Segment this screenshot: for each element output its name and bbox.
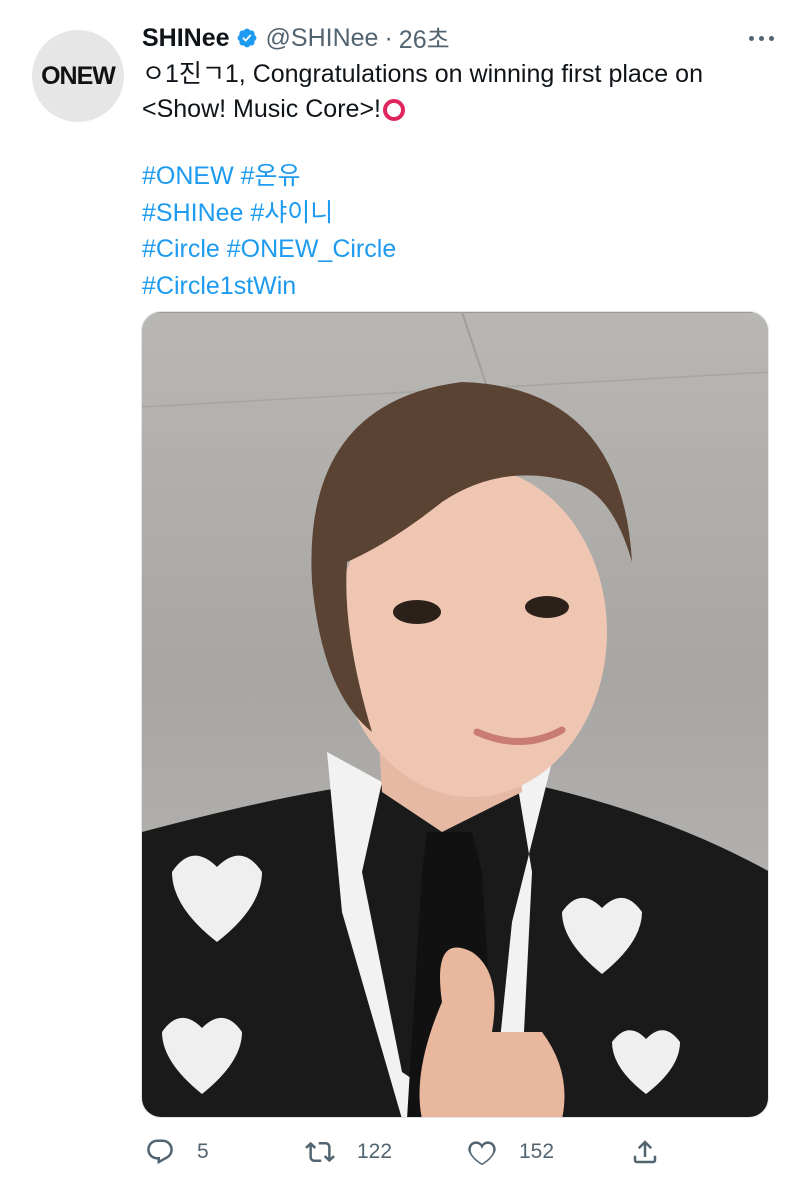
hashtag-link[interactable]: #SHINee — [142, 199, 243, 227]
retweet-count: 122 — [357, 1140, 393, 1163]
red-circle-emoji-icon — [383, 99, 405, 121]
hashtag-link[interactable]: #Circle1stWin — [142, 272, 296, 300]
hashtag-row: #ONEW #온유 — [142, 158, 396, 195]
tweet-text-line-2: <Show! Music Core>! — [142, 95, 381, 123]
hashtag-link[interactable]: #ONEW — [142, 162, 234, 190]
like-icon — [468, 1141, 496, 1166]
hashtag-link[interactable]: #Circle — [142, 235, 220, 263]
like-count: 152 — [519, 1140, 555, 1163]
tweet-photo[interactable] — [141, 311, 769, 1118]
reply-button[interactable]: 5 — [145, 1132, 209, 1172]
photo-illustration — [142, 312, 768, 1117]
separator-dot: · — [384, 23, 393, 52]
like-button[interactable]: 152 — [467, 1132, 554, 1172]
retweet-button[interactable]: 122 — [305, 1132, 392, 1172]
hashtag-link[interactable]: #ONEW_Circle — [227, 235, 396, 263]
share-button[interactable] — [630, 1132, 660, 1172]
verified-badge-icon — [237, 28, 256, 48]
display-name[interactable]: SHINee — [142, 24, 230, 53]
share-icon — [633, 1140, 657, 1164]
hashtag-row: #Circle #ONEW_Circle — [142, 231, 396, 268]
tweet: ONEW SHINee @SHINee · 26초 ㅇ1진ㄱ1, Congrat… — [0, 0, 803, 1200]
hashtag-row: #Circle1stWin — [142, 268, 396, 305]
tweet-actions: 5 122 152 — [0, 1132, 803, 1172]
avatar-text: ONEW — [41, 61, 116, 90]
hashtag-link[interactable]: #온유 — [241, 162, 301, 190]
hashtag-link[interactable]: #샤이니 — [250, 199, 333, 227]
tweet-text: ㅇ1진ㄱ1, Congratulations on winning first … — [142, 57, 782, 127]
more-options-icon[interactable] — [739, 26, 783, 50]
retweet-icon — [305, 1141, 335, 1163]
hashtag-row: #SHINee #샤이니 — [142, 195, 396, 232]
avatar[interactable]: ONEW — [32, 30, 124, 122]
reply-count: 5 — [197, 1140, 209, 1163]
tweet-text-line-1: ㅇ1진ㄱ1, Congratulations on winning first … — [142, 60, 703, 88]
tweet-header: SHINee @SHINee · 26초 — [142, 20, 450, 56]
handle[interactable]: @SHINee — [266, 24, 379, 53]
hashtag-list: #ONEW #온유 #SHINee #샤이니 #Circle #ONEW_Cir… — [142, 158, 396, 304]
reply-icon — [147, 1139, 173, 1165]
timestamp[interactable]: 26초 — [399, 20, 450, 56]
